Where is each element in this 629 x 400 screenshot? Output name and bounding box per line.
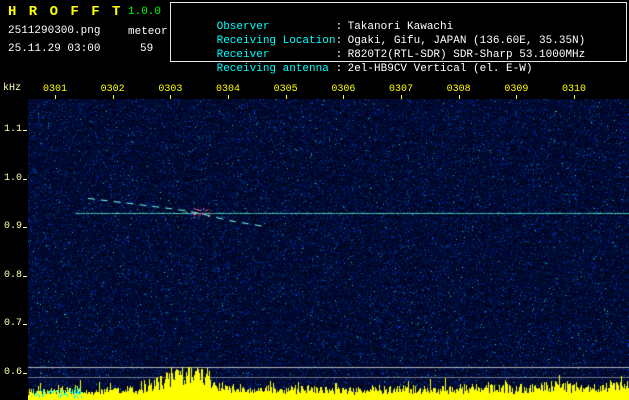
x-axis-tick-label: 0304 [215, 84, 240, 95]
y-axis-tick-label: 1.0 [3, 172, 22, 184]
x-axis-tick-label: 0306 [331, 84, 356, 95]
observer-info-panel: Observer: Takanori Kawachi Receiving Loca… [170, 2, 627, 75]
info-row-colon: : [335, 35, 343, 47]
y-axis-tick [23, 324, 27, 325]
y-axis-tick [23, 227, 27, 228]
x-axis-tick-label: 0303 [158, 84, 183, 95]
x-axis-tick-label: 0307 [389, 84, 414, 95]
x-axis-tick [285, 95, 287, 99]
x-axis-tick [170, 95, 172, 99]
x-axis-tick [401, 95, 403, 99]
x-axis-tick [574, 95, 576, 99]
info-row-value: Ogaki, Gifu, JAPAN (136.60E, 35.35N) [347, 35, 586, 47]
y-axis-tick [23, 130, 27, 131]
y-axis-tick-label: 0.6 [3, 366, 22, 378]
y-axis-tick-label: 0.8 [3, 269, 22, 281]
x-axis-tick [112, 95, 114, 99]
x-axis-tick [228, 95, 229, 99]
x-axis-tick-label: 0310 [562, 84, 587, 95]
info-row-value: Takanori Kawachi [347, 21, 454, 33]
spectrogram-canvas [28, 99, 629, 400]
info-row-colon: : [335, 63, 343, 75]
info-row-colon: : [335, 49, 343, 61]
info-row-label: Receiving Location [216, 35, 336, 47]
x-axis-tick [343, 95, 345, 99]
info-row-label: Observer [216, 21, 270, 33]
y-axis-tick-label: 1.1 [3, 124, 22, 135]
app-title: H R O F F T [8, 4, 123, 20]
info-row: Observer: Takanori Kawachi [177, 6, 626, 33]
y-axis-unit-label: kHz [3, 83, 22, 94]
info-row-value: 2el-HB9CV Vertical (el. E-W) [347, 63, 533, 75]
info-row-label: Receiving antenna [216, 63, 329, 75]
y-axis-tick [23, 275, 27, 277]
meteor-count: 59 [140, 43, 154, 55]
x-axis-tick-label: 0305 [273, 84, 298, 95]
y-axis-tick-label: 0.7 [3, 318, 22, 329]
y-axis-tick [23, 178, 27, 180]
app-version: 1.0.0 [128, 6, 162, 18]
x-axis-tick-label: 0308 [446, 84, 471, 95]
x-axis-tick-label: 0301 [42, 84, 67, 95]
mode-label: meteor [128, 26, 168, 38]
y-axis-tick-label: 0.9 [3, 221, 22, 232]
x-axis-tick [458, 95, 460, 99]
y-axis-tick [23, 372, 27, 374]
output-filename: 2511290300.png [8, 25, 101, 37]
info-row-colon: : [335, 21, 343, 33]
info-row-value: R820T2(RTL-SDR) SDR-Sharp 53.1000MHz [347, 49, 586, 61]
info-row-label: Receiver [216, 49, 270, 61]
x-axis-tick-label: 0302 [100, 84, 125, 95]
x-axis-tick [516, 95, 518, 99]
x-axis-tick-label: 0309 [504, 84, 529, 95]
screen: H R O F F T 1.0.0 2511290300.png meteor … [0, 0, 629, 400]
datetime-label: 25.11.29 03:00 [8, 43, 101, 55]
x-axis-tick [55, 95, 56, 99]
